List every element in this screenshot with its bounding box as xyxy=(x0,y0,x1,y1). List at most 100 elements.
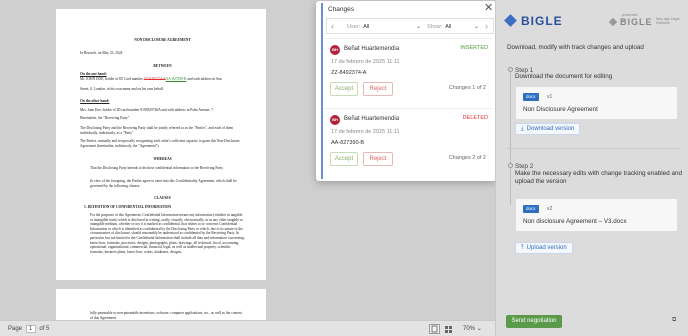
next-change-icon[interactable]: › xyxy=(485,21,488,31)
change-card: BH Beñat Huartemendia INSERTED 17 de feb… xyxy=(324,38,492,104)
show-filter-value: All xyxy=(445,24,452,30)
change-user: Beñat Huartemendia xyxy=(344,116,400,122)
step-2-desc: Make the necessary edits with change tra… xyxy=(515,170,682,185)
change-user: Beñat Huartemendia xyxy=(344,46,400,52)
external-link-icon[interactable]: ⧉ xyxy=(672,317,676,324)
chevron-down-icon: ⌄ xyxy=(473,24,479,30)
bigle-logo-text: BIGLE xyxy=(521,13,563,28)
change-timestamp: 17 de febrero de 2025 11:11 xyxy=(331,129,400,135)
show-filter-label: Show: xyxy=(427,24,443,30)
partner-logo-mark xyxy=(608,17,618,27)
viewer-toolbar: Page 1 of 5 70% ⌄ xyxy=(0,320,495,336)
single-page-view-button[interactable] xyxy=(429,324,440,334)
doc-between: BETWEEN xyxy=(153,64,172,68)
change-text: AA-827390-B xyxy=(331,140,365,146)
send-negotiation-button[interactable]: Send negotiation xyxy=(506,315,562,328)
doc-whereas: WHEREAS xyxy=(153,157,172,161)
change-status-inserted: INSERTED xyxy=(460,45,488,51)
document-page: NON DISCLOSURE AGREEMENT In Brussels, on… xyxy=(56,9,266,280)
doc-party2: Mrs. Jane Doe, holder of ID card number … xyxy=(80,108,214,112)
upload-version-button[interactable]: ⤒ Upload version xyxy=(515,242,573,254)
zoom-value: 70% xyxy=(463,326,476,332)
user-filter-select[interactable]: User: All ⌄ xyxy=(347,21,421,33)
doc-clause1-title: 1. DEFINITION OF CONFIDENTIAL INFORMATIO… xyxy=(84,205,172,209)
doc-one-hand: On the one hand: xyxy=(80,72,107,76)
changes-title: Changes xyxy=(328,6,355,13)
doc-parties-paragraph: The Disclosing Party and the Receiving P… xyxy=(80,126,234,135)
panel-intro: Download, modify with track changes and … xyxy=(507,44,644,51)
negotiation-panel: BIGLE powered by BIGLE New age Legal Sof… xyxy=(495,0,688,336)
doc-page2-body: fully patentable or non-patentable inven… xyxy=(90,311,242,320)
chevron-down-icon: ⌄ xyxy=(415,24,421,30)
upload-icon: ⤒ xyxy=(521,245,524,251)
change-counter: Changes 1 of 2 xyxy=(448,85,486,91)
change-text: ZZ-8492374-A xyxy=(331,70,367,76)
user-filter-value: All xyxy=(363,24,370,30)
doc-other-hand: On the other hand: xyxy=(80,99,110,103)
close-icon[interactable]: ✕ xyxy=(484,3,493,14)
page-of-label: of xyxy=(39,326,45,332)
accept-button[interactable]: Accept xyxy=(330,82,358,96)
doc-party1-text-b: and with address in Sun xyxy=(187,77,222,81)
change-timestamp: 17 de febrero de 2025 11:11 xyxy=(331,59,400,65)
step-1-marker xyxy=(508,67,513,72)
download-version-label: Download version xyxy=(526,126,575,132)
doc-clauses: CLAUSES xyxy=(154,196,171,200)
changes-popup: Changes ✕ ‹ User: All ⌄ Show: All ⌄ › BH B… xyxy=(316,1,496,181)
show-filter-select[interactable]: Show: All ⌄ xyxy=(427,21,479,33)
upload-version-label: Upload version xyxy=(526,245,567,251)
doc-hereinafter: Hereinafter, the "Receiving Party" xyxy=(80,116,130,120)
doc-clause1-body: For the purposes of this Agreement, Conf… xyxy=(90,213,245,254)
step-divider xyxy=(507,148,679,149)
avatar: BH xyxy=(330,45,340,55)
file-name: Non Disclosure Agreement xyxy=(523,106,598,113)
popup-accent-bar xyxy=(321,3,323,179)
file-card-v2: docx v2 Non disclosure Agreement – V3.do… xyxy=(515,198,678,232)
change-status-deleted: DELETED xyxy=(462,115,488,121)
accept-button[interactable]: Accept xyxy=(330,152,358,166)
doc-whereas-1: That the Disclosing Party intends to dis… xyxy=(90,166,224,170)
page-label: Page xyxy=(8,326,23,332)
bigle-logo: BIGLE xyxy=(504,12,563,30)
tracked-deletion[interactable]: ZZ-8492374-A xyxy=(144,77,166,81)
docx-badge: docx xyxy=(523,93,539,101)
changes-filters: ‹ User: All ⌄ Show: All ⌄ › xyxy=(326,18,494,34)
bigle-logo-mark xyxy=(504,14,517,28)
doc-capacity-paragraph: The Parties, mutually and reciprocally r… xyxy=(80,139,240,148)
doc-party1: Mr. JOHN DOE, holder of ID Card number Z… xyxy=(80,77,245,82)
zoom-select[interactable]: 70% ⌄ xyxy=(463,325,482,332)
file-card-v1: docx v1 Non Disclosure Agreement xyxy=(515,86,678,120)
step-1-desc: Download the document for editing xyxy=(515,73,613,80)
docx-badge: docx xyxy=(523,205,539,213)
reject-button[interactable]: Reject xyxy=(363,82,393,96)
prev-change-icon[interactable]: ‹ xyxy=(331,21,334,31)
download-version-button[interactable]: ⤓ Download version xyxy=(515,123,581,135)
step-2-title: Step 2 xyxy=(515,163,534,170)
page-number-input[interactable]: 1 xyxy=(25,325,36,333)
download-icon: ⤓ xyxy=(521,126,524,132)
step-2-marker xyxy=(508,163,513,168)
change-card: BH Beñat Huartemendia DELETED 17 de febr… xyxy=(324,108,492,174)
partner-tagline: New age Legal Software xyxy=(656,17,680,25)
chevron-down-icon: ⌄ xyxy=(476,326,482,332)
file-name: Non disclosure Agreement – V3.docx xyxy=(523,218,627,225)
partner-logo-text: BIGLE xyxy=(620,17,653,27)
tracked-insertion[interactable]: AA-827390-B xyxy=(166,77,187,81)
page-view-icon xyxy=(431,325,438,333)
doc-place-date: In Brussels, on May 23, 2024 xyxy=(80,51,123,55)
grid-view-button[interactable] xyxy=(443,324,454,334)
doc-whereas-2: In view of the foregoing, the Parties ag… xyxy=(90,179,237,188)
page-total: 5 xyxy=(46,326,50,332)
doc-party1-text: Mr. JOHN DOE, holder of ID Card number xyxy=(80,77,143,81)
reject-button[interactable]: Reject xyxy=(363,152,393,166)
doc-party1-address: Street, 0, London, in his own name and o… xyxy=(80,87,164,91)
change-counter: Changes 2 of 2 xyxy=(448,155,486,161)
file-version: v2 xyxy=(547,206,553,212)
user-filter-label: User: xyxy=(347,24,361,30)
avatar: BH xyxy=(330,115,340,125)
steps-connector xyxy=(510,70,511,205)
page-indicator: Page 1 of 5 xyxy=(8,325,49,333)
grid-icon xyxy=(445,326,452,333)
file-version: v1 xyxy=(547,94,553,100)
doc-title: NON DISCLOSURE AGREEMENT xyxy=(134,38,191,42)
